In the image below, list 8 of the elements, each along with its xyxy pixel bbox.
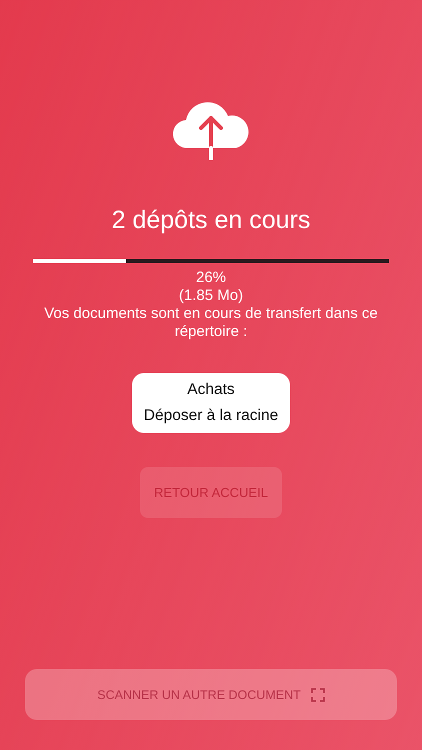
scan-button[interactable]: SCANNER UN AUTRE DOCUMENT — [25, 669, 397, 720]
folder-text: Déposer à la racine — [144, 406, 278, 426]
message-text: Vos documents sont en cours de transfert dans ce répertoire : — [43, 305, 379, 341]
size-text: (1.85 Mo) — [178, 287, 244, 305]
upload-title: 2 dépôts en cours — [112, 206, 310, 235]
percent-text: 26% — [196, 269, 226, 287]
scan-icon — [310, 688, 325, 702]
folder-text: Achats — [187, 380, 235, 400]
